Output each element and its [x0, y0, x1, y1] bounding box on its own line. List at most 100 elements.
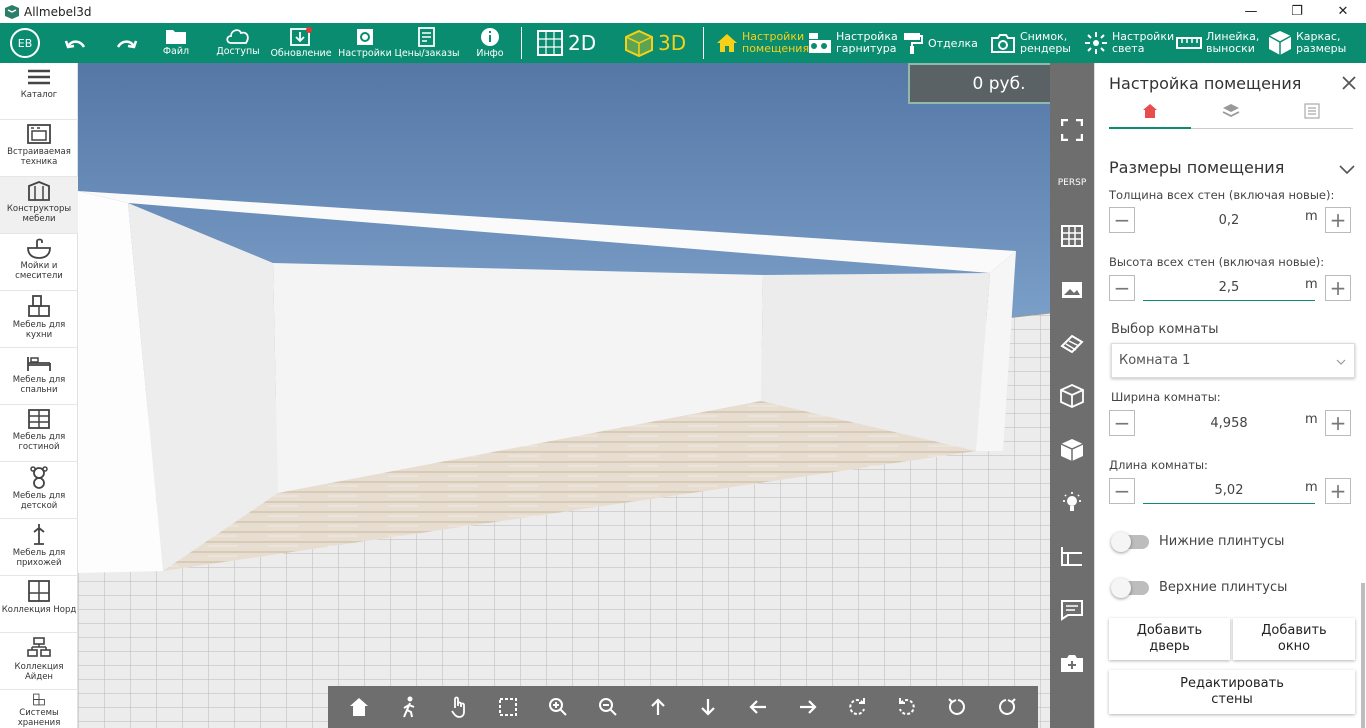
camera-home-button[interactable]	[339, 687, 379, 727]
pan-button[interactable]	[439, 687, 479, 727]
move-down-button[interactable]	[688, 687, 728, 727]
panel-scrollbar[interactable]	[1361, 583, 1365, 728]
sidebar-item-kitchen[interactable]: Мебель для кухни	[0, 291, 78, 348]
sidebar-item-kids[interactable]: Мебель для детской	[0, 462, 78, 519]
select-area-button[interactable]	[488, 687, 528, 727]
camera-controls	[328, 686, 1038, 728]
3d-scene[interactable]	[78, 63, 1050, 728]
orbit-left-button[interactable]	[887, 687, 927, 727]
move-left-button[interactable]	[738, 687, 778, 727]
fullscreen-button[interactable]	[1050, 110, 1094, 150]
mode-3d-button[interactable]: 3D	[624, 23, 686, 63]
room-width-input[interactable]: 4,958	[1143, 410, 1315, 436]
room-length-increase-button[interactable]: +	[1325, 478, 1351, 504]
maximize-button[interactable]: ❐	[1274, 0, 1320, 23]
walk-mode-button[interactable]	[389, 687, 429, 727]
room-length-input[interactable]: 5,02	[1143, 478, 1315, 504]
wall-thickness-decrease-button[interactable]: −	[1109, 207, 1135, 233]
sidebar-item-hallway[interactable]: Мебель для прихожей	[0, 519, 78, 576]
close-panel-button[interactable]	[1341, 75, 1357, 95]
storage-icon	[33, 693, 45, 706]
section-collapse-button[interactable]	[1339, 160, 1355, 179]
wall-height-input[interactable]: 2,5	[1143, 275, 1315, 301]
sidebar-item-bedroom[interactable]: Мебель для спальни	[0, 348, 78, 405]
prices-button[interactable]: Цены/заказы	[394, 23, 460, 63]
sidebar-item-nord[interactable]: Коллекция Норд	[0, 576, 78, 633]
rotate-left-button[interactable]	[937, 687, 977, 727]
room-select-dropdown[interactable]: Комната 1	[1111, 343, 1355, 378]
info-button[interactable]: Инфо	[472, 23, 508, 63]
wall-height-decrease-button[interactable]: −	[1109, 275, 1135, 301]
wall-thickness-stepper: − 0,2 m +	[1109, 207, 1353, 233]
add-camera-button[interactable]	[1050, 643, 1094, 683]
sidebar-item-appliances[interactable]: Встраиваемая техника	[0, 120, 78, 177]
3d-viewport[interactable]	[78, 63, 1050, 728]
sidebar-item-catalog[interactable]: Каталог	[0, 63, 78, 120]
redo-button[interactable]	[110, 23, 142, 63]
rotate-right-button[interactable]	[987, 687, 1027, 727]
wall-thickness-input[interactable]: 0,2	[1143, 207, 1315, 233]
zoom-in-button[interactable]	[538, 687, 578, 727]
move-right-button[interactable]	[788, 687, 828, 727]
snapshot-button[interactable]: Снимок, рендеры	[990, 23, 1071, 63]
add-window-button[interactable]: Добавить окно	[1233, 618, 1355, 660]
tab-layers[interactable]	[1191, 103, 1271, 129]
sink-icon	[27, 238, 51, 259]
tab-room[interactable]	[1109, 103, 1191, 129]
add-door-button[interactable]: Добавить дверь	[1109, 618, 1230, 660]
ruler-button[interactable]: Линейка, выноски	[1176, 23, 1259, 63]
measure-button[interactable]	[1050, 536, 1094, 576]
light-settings-button[interactable]: Настройки света	[1084, 23, 1174, 63]
edit-walls-button[interactable]: Редактировать стены	[1109, 670, 1355, 714]
minimize-button[interactable]: —	[1228, 0, 1274, 23]
room-width-increase-button[interactable]: +	[1325, 410, 1351, 436]
paint-roller-icon	[904, 33, 923, 54]
user-avatar[interactable]: EB	[8, 23, 42, 63]
document-icon	[418, 27, 435, 47]
room-length-decrease-button[interactable]: −	[1109, 478, 1135, 504]
frame-button[interactable]: Каркас, размеры	[1268, 23, 1346, 63]
grid-toggle-button[interactable]	[1050, 216, 1094, 256]
wireframe-button[interactable]	[1050, 376, 1094, 416]
zoom-out-button[interactable]	[588, 687, 628, 727]
sidebar-item-constructors[interactable]: Конструкторы мебели	[0, 177, 78, 234]
undo-button[interactable]	[60, 23, 92, 63]
lights-button[interactable]	[1050, 483, 1094, 523]
folder-icon	[166, 30, 186, 44]
room-settings-button[interactable]: Настройки помещения	[716, 23, 809, 63]
file-button[interactable]: Файл	[156, 23, 196, 63]
wall-height-increase-button[interactable]: +	[1325, 275, 1351, 301]
orbit-right-button[interactable]	[837, 687, 877, 727]
settings-button[interactable]: Настройки	[338, 23, 392, 63]
sidebar-item-living[interactable]: Мебель для гостиной	[0, 405, 78, 462]
add-camera-icon	[1061, 655, 1083, 672]
sidebar-item-aiden[interactable]: Коллекция Айден	[0, 633, 78, 690]
finishing-button[interactable]: Отделка	[902, 23, 978, 63]
solid-view-button[interactable]	[1050, 430, 1094, 470]
wall-thickness-increase-button[interactable]: +	[1325, 207, 1351, 233]
sidebar-item-label: Встраиваемая техника	[7, 147, 71, 167]
chevron-down-icon	[1336, 359, 1346, 365]
update-button[interactable]: Обновление	[270, 23, 332, 63]
sidebar-item-label: Коллекция Норд	[1, 605, 77, 615]
room-width-decrease-button[interactable]: −	[1109, 410, 1135, 436]
textures-button[interactable]	[1050, 323, 1094, 363]
light-icon	[1085, 32, 1107, 54]
set-settings-button[interactable]: Настройка гарнитура	[808, 23, 898, 63]
tab-list[interactable]	[1271, 103, 1353, 129]
sidebar-item-sinks[interactable]: Мойки и смесители	[0, 234, 78, 291]
access-button[interactable]: Доступы	[214, 23, 262, 63]
settings-label: Настройки	[338, 48, 392, 59]
room-select-label: Выбор комнаты	[1111, 322, 1219, 337]
perspective-button[interactable]: PERSP	[1050, 163, 1094, 203]
background-button[interactable]	[1050, 270, 1094, 310]
sidebar-item-storage[interactable]: Системы хранения	[0, 690, 78, 728]
comments-button[interactable]	[1050, 590, 1094, 630]
wall-height-unit: m	[1305, 277, 1318, 292]
close-window-button[interactable]: ✕	[1320, 0, 1366, 23]
bottom-plinth-toggle[interactable]	[1111, 532, 1149, 552]
top-plinth-toggle[interactable]	[1111, 578, 1149, 598]
mode-2d-button[interactable]: 2D	[536, 23, 596, 63]
home-icon	[1143, 104, 1157, 118]
move-up-button[interactable]	[638, 687, 678, 727]
